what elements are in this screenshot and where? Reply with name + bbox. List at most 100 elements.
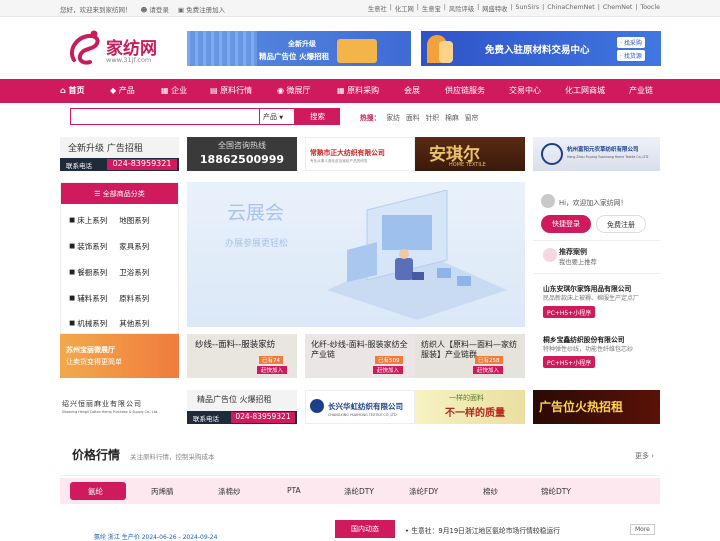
yuannong-sub: Hang Zhou Fuyang Yuannong Home Textile C… <box>567 155 649 159</box>
category-row: ◼ 装饰系列 家具系列 <box>69 241 149 252</box>
hot-rent-text: 广告位火热招租 <box>539 400 624 414</box>
search-input[interactable] <box>70 108 260 125</box>
news-badge[interactable]: 国内动态 <box>335 520 395 538</box>
group-1-title: 纱线--面料--服装家纺 <box>195 340 276 350</box>
top-link-divider: | <box>389 4 392 11</box>
category-row: ◼ 床上系列 地图系列 <box>69 215 149 226</box>
ad-rent-2[interactable]: 精品广告位 火爆招租 联系电话 024-83959321 <box>187 390 297 424</box>
ad-suzhou-showroom[interactable]: 苏州宝丽微展厅 让卖货变得更简单 <box>60 334 179 378</box>
fabric-line2: 不一样的质量 <box>445 408 505 419</box>
register-link[interactable]: ▣ 免费注册加入 <box>178 4 225 14</box>
group-2-join-button[interactable]: 赶快加入 <box>373 366 404 374</box>
top-link[interactable]: ChemNet <box>603 4 632 13</box>
tag-icon: ◆ <box>110 86 117 95</box>
welcome-text: 您好，欢迎来到家纺网！ <box>60 6 132 14</box>
category-link[interactable]: 机械系列 <box>77 318 107 329</box>
nav-expo[interactable]: 会展 <box>404 85 420 96</box>
category-link[interactable]: 原料系列 <box>119 293 149 304</box>
nav-supply[interactable]: 供应链服务 <box>445 85 485 96</box>
top-link-divider: | <box>542 4 545 11</box>
hot-item[interactable]: 面料 <box>406 112 420 122</box>
category-link[interactable]: 地图系列 <box>119 215 149 226</box>
rent2-label: 联系电话 <box>193 415 219 423</box>
banner-yuannong[interactable]: 杭州富阳元农草纺织有限公司 Hang Zhou Fuyang Yuannong … <box>533 137 660 171</box>
chevron-down-icon: ▼ <box>279 115 284 121</box>
tab-acrylonitrile[interactable]: 丙烯腈 <box>151 486 174 497</box>
banner-zhengda[interactable]: 常熟市正大纺织有限公司 专业从事人造毛皮及家纺产品的研发 <box>305 137 415 171</box>
category-link[interactable]: 其他系列 <box>119 318 149 329</box>
top-link[interactable]: 生意宝 <box>422 4 441 13</box>
header-ad-2[interactable]: 免费入驻原材料交易中心 · 找采购 · 找货源 <box>421 31 661 66</box>
category-header[interactable]: ☰ 全部商品分类 <box>61 183 178 204</box>
group-ad-2[interactable]: 化纤-纱线-面料-服装家纺全产业链 已有509 赶快加入 <box>305 334 415 378</box>
hero-title: 云展会 <box>227 202 285 224</box>
ad-hot-rent[interactable]: 广告位火热招租 <box>533 390 660 424</box>
nav-showroom[interactable]: ◉ 微展厅 <box>277 85 311 96</box>
tab-cotton-yarn[interactable]: 棉纱 <box>483 486 498 497</box>
category-link[interactable]: 卫浴系列 <box>119 267 149 278</box>
recommend-tag[interactable]: PC+H5+小程序 <box>543 306 596 318</box>
top-link[interactable]: 网盛特收 <box>482 4 507 13</box>
tab-nylon-dty[interactable]: 锦纶DTY <box>541 486 571 497</box>
group-ad-1[interactable]: 纱线--面料--服装家纺 已有74 赶快加入 <box>187 334 297 378</box>
category-link[interactable]: 餐橱系列 <box>77 267 107 278</box>
tab-poly-cotton[interactable]: 涤棉纱 <box>218 486 241 497</box>
kitchen-icon: ◼ <box>69 267 76 276</box>
banner-ad-rent-phone: 024-83959321 <box>107 159 177 170</box>
hot-item[interactable]: 家纺 <box>386 112 400 122</box>
group-ad-3[interactable]: 纺织人【原料—面料—家纺服装】产业链群 已有258 赶快加入 <box>415 334 525 378</box>
ad-hengli[interactable]: 绍兴恒丽麻业有限公司 Shaoxing Hengli Cotton Hemp P… <box>60 390 179 424</box>
nav-home[interactable]: ⌂ 首页 <box>60 85 85 96</box>
category-link[interactable]: 辅料系列 <box>77 293 107 304</box>
price-tabs: 氨纶 丙烯腈 涤棉纱 PTA 涤纶DTY 涤纶FDY 棉纱 锦纶DTY <box>60 478 660 504</box>
tab-spandex[interactable]: 氨纶 <box>88 486 103 497</box>
banner-hotline[interactable]: 全国咨询热线 18862500999 <box>187 137 297 171</box>
tab-polyester-dty[interactable]: 涤纶DTY <box>344 486 374 497</box>
group-1-join-button[interactable]: 赶快加入 <box>257 366 288 374</box>
category-link[interactable]: 装饰系列 <box>77 241 107 252</box>
nav-chain[interactable]: 产业链 <box>629 85 653 96</box>
recommend-company[interactable]: 桐乡宝鑫纺织股份有限公司 <box>543 334 625 344</box>
price-more-link[interactable]: 更多 › <box>635 451 654 461</box>
logo-icon <box>69 30 100 65</box>
recommend-join-link[interactable]: 我也要上推荐 <box>559 257 597 266</box>
yuannong-logo-icon <box>541 143 563 165</box>
login-link[interactable]: ☻ 请登录 <box>141 4 169 14</box>
recommend-company[interactable]: 山东安琪尔家饰用品有限公司 <box>543 283 631 293</box>
news-headline[interactable]: • 生意社：9月19日浙江地区氨纶市场行情较稳运行 <box>405 525 560 535</box>
ad-huahong[interactable]: 长兴华虹纺织有限公司 CHANGXING HUAHONG TEXTILE CO.… <box>305 390 415 424</box>
site-logo[interactable]: 家纺网 www.31jf.com <box>66 28 176 68</box>
category-link[interactable]: 床上系列 <box>77 215 107 226</box>
group-3-join-button[interactable]: 赶快加入 <box>473 366 504 374</box>
top-link[interactable]: ChinaChemNet <box>547 4 594 13</box>
ad-fabric[interactable]: 一样的面料 不一样的质量 <box>415 390 525 424</box>
nav-companies[interactable]: ▦ 企业 <box>161 85 187 96</box>
hot-item[interactable]: 窗帘 <box>465 112 479 122</box>
tab-pta[interactable]: PTA <box>287 486 301 495</box>
nav-trade[interactable]: 交易中心 <box>509 85 541 96</box>
hot-item[interactable]: 针织 <box>426 112 440 122</box>
recommend-tag[interactable]: PC+H5+小程序 <box>543 356 596 368</box>
free-register-button[interactable]: 免费注册 <box>596 215 646 233</box>
top-link[interactable]: 生意社 <box>368 4 387 13</box>
nav-products[interactable]: ◆ 产品 <box>110 85 135 96</box>
news-more-button[interactable]: More <box>630 524 655 535</box>
nav-mall[interactable]: 化工网商城 <box>565 85 605 96</box>
category-link[interactable]: 家具系列 <box>119 241 149 252</box>
quick-login-button[interactable]: 快捷登录 <box>541 215 591 233</box>
tab-polyester-fdy[interactable]: 涤纶FDY <box>409 486 438 497</box>
hero-banner[interactable]: 云展会 办展参展更轻松 <box>187 182 525 327</box>
nav-purchase[interactable]: ▦ 原料采购 <box>337 85 379 96</box>
top-link[interactable]: Toocle <box>640 4 660 13</box>
top-link[interactable]: SunSirs <box>516 4 540 13</box>
search-type-select[interactable]: 产品 ▼ <box>259 108 295 125</box>
banner-ad-rent-line1: 全新升级 广告招租 <box>68 144 143 154</box>
banner-ad-rent[interactable]: 全新升级 广告招租 联系电话 024-83959321 <box>60 137 179 171</box>
banner-anqier[interactable]: 安琪尔 HOME TEXTILE <box>415 137 525 171</box>
top-link[interactable]: 化工网 <box>395 4 414 13</box>
hot-item[interactable]: 棉麻 <box>445 112 459 122</box>
search-button[interactable]: 搜索 <box>295 108 340 125</box>
header-ad-1[interactable]: 全新升级 精品广告位 火爆招租 <box>187 31 411 66</box>
nav-price[interactable]: ▤ 原料行情 <box>210 85 252 96</box>
top-link[interactable]: 风险评级 <box>449 4 474 13</box>
